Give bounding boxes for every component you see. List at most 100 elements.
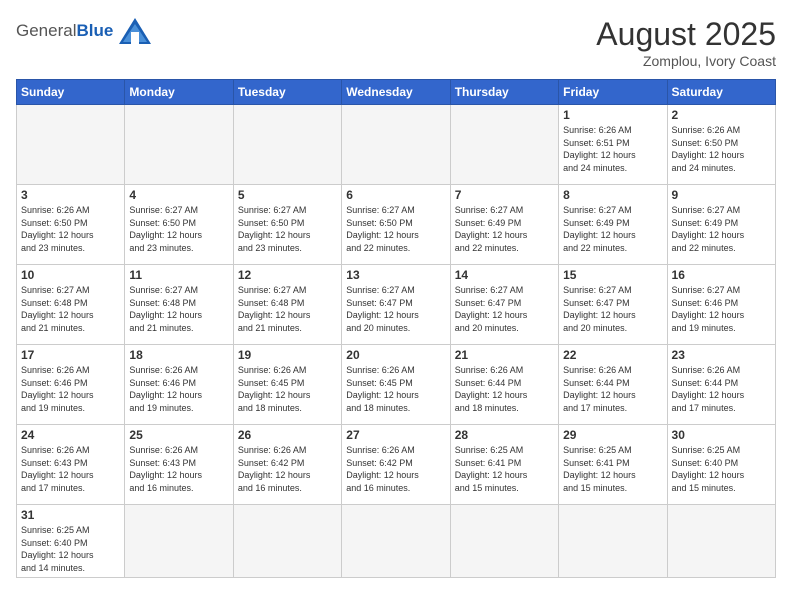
cell-w3-d5: 14Sunrise: 6:27 AM Sunset: 6:47 PM Dayli… [450,265,558,345]
day-info: Sunrise: 6:27 AM Sunset: 6:46 PM Dayligh… [672,284,771,334]
title-block: August 2025 Zomplou, Ivory Coast [596,16,776,69]
day-number: 30 [672,428,771,442]
day-info: Sunrise: 6:25 AM Sunset: 6:41 PM Dayligh… [455,444,554,494]
day-number: 25 [129,428,228,442]
day-info: Sunrise: 6:26 AM Sunset: 6:45 PM Dayligh… [346,364,445,414]
day-info: Sunrise: 6:26 AM Sunset: 6:44 PM Dayligh… [563,364,662,414]
day-number: 26 [238,428,337,442]
day-number: 16 [672,268,771,282]
day-info: Sunrise: 6:26 AM Sunset: 6:50 PM Dayligh… [21,204,120,254]
day-info: Sunrise: 6:26 AM Sunset: 6:43 PM Dayligh… [21,444,120,494]
cell-w2-d2: 4Sunrise: 6:27 AM Sunset: 6:50 PM Daylig… [125,185,233,265]
day-number: 3 [21,188,120,202]
header-monday: Monday [125,80,233,105]
logo-general-text: General [16,21,76,40]
day-info: Sunrise: 6:25 AM Sunset: 6:41 PM Dayligh… [563,444,662,494]
header-saturday: Saturday [667,80,775,105]
day-info: Sunrise: 6:26 AM Sunset: 6:46 PM Dayligh… [129,364,228,414]
cell-w4-d2: 18 Sunrise: 6:26 AM Sunset: 6:46 PM Dayli… [125,345,233,425]
day-number: 8 [563,188,662,202]
header: GeneralBlue August 2025 Zomplou, Ivory C… [16,16,776,69]
day-number: 5 [238,188,337,202]
cell-w5-d4: 27 Sunrise: 6:26 AM Sunset: 6:42 PM Dayli… [342,425,450,505]
cell-w5-d7: 30 Sunrise: 6:25 AM Sunset: 6:40 PM Dayli… [667,425,775,505]
day-number: 31 [21,508,120,522]
cell-w6-d6 [559,505,667,578]
cell-w6-d5 [450,505,558,578]
header-tuesday: Tuesday [233,80,341,105]
page: GeneralBlue August 2025 Zomplou, Ivory C… [0,0,792,612]
day-number: 21 [455,348,554,362]
cell-w6-d2 [125,505,233,578]
cell-w1-d7: 2 Sunrise: 6:26 AM Sunset: 6:50 PM Daylig… [667,105,775,185]
cell-w4-d7: 23Sunrise: 6:26 AM Sunset: 6:44 PM Dayli… [667,345,775,425]
cell-w4-d6: 22 Sunrise: 6:26 AM Sunset: 6:44 PM Dayli… [559,345,667,425]
cell-w2-d5: 7 Sunrise: 6:27 AM Sunset: 6:49 PM Daylig… [450,185,558,265]
cell-w2-d6: 8 Sunrise: 6:27 AM Sunset: 6:49 PM Daylig… [559,185,667,265]
week-row-6: 31 Sunrise: 6:25 AM Sunset: 6:40 PM Dayli… [17,505,776,578]
calendar-body: 1Sunrise: 6:26 AM Sunset: 6:51 PM Daylig… [17,105,776,578]
day-info: Sunrise: 6:27 AM Sunset: 6:47 PM Dayligh… [563,284,662,334]
cell-w3-d1: 10 Sunrise: 6:27 AM Sunset: 6:48 PM Dayli… [17,265,125,345]
day-number: 27 [346,428,445,442]
calendar-subtitle: Zomplou, Ivory Coast [596,53,776,69]
day-number: 24 [21,428,120,442]
cell-w5-d5: 28 Sunrise: 6:25 AM Sunset: 6:41 PM Dayli… [450,425,558,505]
week-row-1: 1Sunrise: 6:26 AM Sunset: 6:51 PM Daylig… [17,105,776,185]
cell-w3-d6: 15 Sunrise: 6:27 AM Sunset: 6:47 PM Dayli… [559,265,667,345]
day-info: Sunrise: 6:25 AM Sunset: 6:40 PM Dayligh… [21,524,120,574]
cell-w5-d3: 26Sunrise: 6:26 AM Sunset: 6:42 PM Dayli… [233,425,341,505]
day-number: 1 [563,108,662,122]
cell-w6-d7 [667,505,775,578]
day-number: 23 [672,348,771,362]
day-info: Sunrise: 6:27 AM Sunset: 6:50 PM Dayligh… [346,204,445,254]
cell-w4-d4: 20 Sunrise: 6:26 AM Sunset: 6:45 PM Dayli… [342,345,450,425]
header-wednesday: Wednesday [342,80,450,105]
cell-w4-d5: 21Sunrise: 6:26 AM Sunset: 6:44 PM Dayli… [450,345,558,425]
day-number: 29 [563,428,662,442]
day-info: Sunrise: 6:25 AM Sunset: 6:40 PM Dayligh… [672,444,771,494]
cell-w6-d1: 31 Sunrise: 6:25 AM Sunset: 6:40 PM Dayli… [17,505,125,578]
cell-w1-d5 [450,105,558,185]
cell-w3-d3: 12Sunrise: 6:27 AM Sunset: 6:48 PM Dayli… [233,265,341,345]
header-sunday: Sunday [17,80,125,105]
day-number: 13 [346,268,445,282]
day-number: 17 [21,348,120,362]
cell-w2-d3: 5 Sunrise: 6:27 AM Sunset: 6:50 PM Daylig… [233,185,341,265]
day-info: Sunrise: 6:27 AM Sunset: 6:49 PM Dayligh… [455,204,554,254]
day-info: Sunrise: 6:26 AM Sunset: 6:45 PM Dayligh… [238,364,337,414]
day-number: 12 [238,268,337,282]
day-info: Sunrise: 6:27 AM Sunset: 6:49 PM Dayligh… [672,204,771,254]
cell-w2-d7: 9 Sunrise: 6:27 AM Sunset: 6:49 PM Daylig… [667,185,775,265]
day-number: 7 [455,188,554,202]
day-info: Sunrise: 6:26 AM Sunset: 6:50 PM Dayligh… [672,124,771,174]
day-number: 2 [672,108,771,122]
day-number: 22 [563,348,662,362]
cell-w5-d1: 24 Sunrise: 6:26 AM Sunset: 6:43 PM Dayli… [17,425,125,505]
day-info: Sunrise: 6:27 AM Sunset: 6:48 PM Dayligh… [21,284,120,334]
cell-w5-d6: 29 Sunrise: 6:25 AM Sunset: 6:41 PM Dayli… [559,425,667,505]
day-number: 15 [563,268,662,282]
cell-w3-d2: 11 Sunrise: 6:27 AM Sunset: 6:48 PM Dayli… [125,265,233,345]
cell-w2-d1: 3 Sunrise: 6:26 AM Sunset: 6:50 PM Daylig… [17,185,125,265]
logo-icon [117,16,153,46]
day-number: 9 [672,188,771,202]
day-info: Sunrise: 6:27 AM Sunset: 6:50 PM Dayligh… [238,204,337,254]
day-number: 6 [346,188,445,202]
day-number: 28 [455,428,554,442]
cell-w6-d3 [233,505,341,578]
day-number: 11 [129,268,228,282]
day-info: Sunrise: 6:26 AM Sunset: 6:43 PM Dayligh… [129,444,228,494]
day-info: Sunrise: 6:27 AM Sunset: 6:48 PM Dayligh… [129,284,228,334]
day-info: Sunrise: 6:26 AM Sunset: 6:42 PM Dayligh… [346,444,445,494]
cell-w1-d3 [233,105,341,185]
day-number: 10 [21,268,120,282]
day-number: 20 [346,348,445,362]
cell-w6-d4 [342,505,450,578]
calendar-title: August 2025 [596,16,776,53]
cell-w4-d1: 17Sunrise: 6:26 AM Sunset: 6:46 PM Dayli… [17,345,125,425]
day-info: Sunrise: 6:27 AM Sunset: 6:49 PM Dayligh… [563,204,662,254]
week-row-4: 17 Sunrise: 6:26 AM Sunset: 6:46 PM Dayli… [17,345,776,425]
cell-w2-d4: 6 Sunrise: 6:27 AM Sunset: 6:50 PM Daylig… [342,185,450,265]
day-number: 18 [129,348,228,362]
